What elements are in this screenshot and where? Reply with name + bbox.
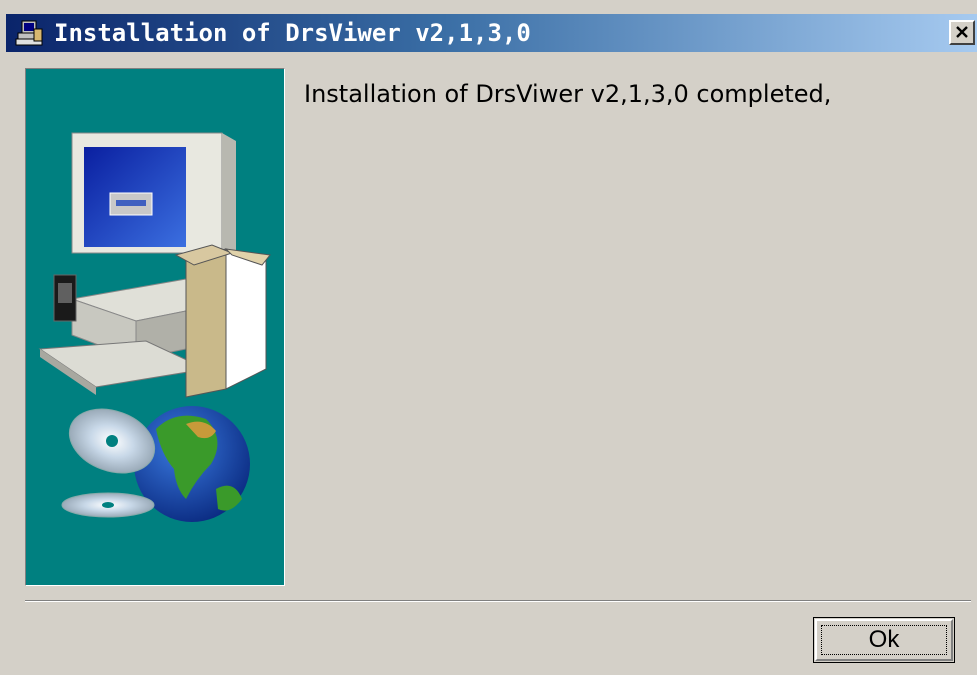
title-bar[interactable]: Installation of DrsViwer v2,1,3,0 [6, 14, 977, 52]
setup-icon [15, 20, 43, 46]
cd-discs [61, 408, 156, 518]
computer-box-cd-globe-image [38, 132, 271, 522]
ok-button-label: Ok [868, 626, 900, 653]
window-title: Installation of DrsViwer v2,1,3,0 [54, 19, 531, 47]
software-box [174, 244, 271, 398]
installer-dialog: Installation of DrsViwer v2,1,3,0 Instal… [0, 0, 977, 675]
close-icon [956, 26, 968, 38]
completion-message: Installation of DrsViwer v2,1,3,0 comple… [304, 80, 832, 108]
monitor [71, 132, 236, 254]
ok-button[interactable]: Ok [813, 617, 955, 663]
close-button[interactable] [949, 20, 975, 45]
separator-line [25, 600, 971, 602]
installer-illustration [25, 68, 285, 586]
